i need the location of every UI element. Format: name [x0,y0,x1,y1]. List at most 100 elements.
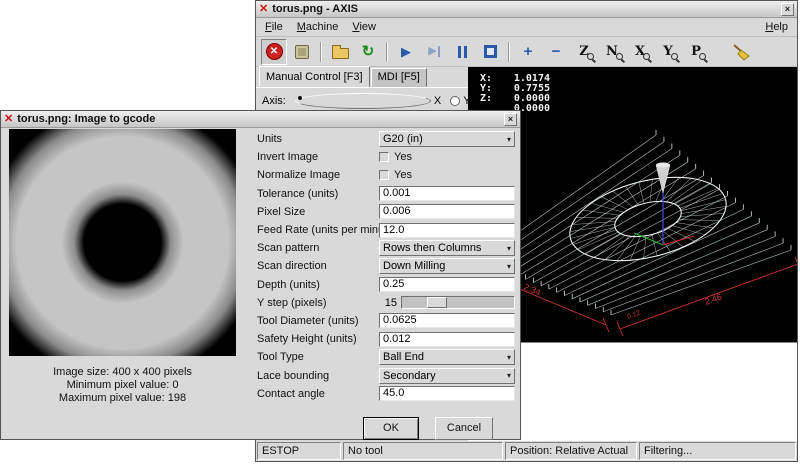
toolbar: ✕ ↻ ▶ ▶ + − Z N X Y P [256,37,797,67]
axis-y-radio[interactable] [450,96,460,106]
field-label: Feed Rate (units per minute) [257,224,379,236]
step-bar-icon [438,46,440,57]
toolbar-separator [320,42,322,62]
estop-icon: ✕ [266,43,283,60]
field-label: Invert Image [257,151,379,163]
field-label: Scan direction [257,260,379,272]
tool-type-select[interactable]: Ball End▾ [379,349,515,365]
close-button[interactable]: × [504,113,517,126]
y-step-slider[interactable] [401,296,515,309]
machine-power-icon [295,45,309,59]
contact-angle-input[interactable]: 45.0 [379,386,515,401]
estop-button[interactable]: ✕ [261,39,287,65]
chevron-down-icon: ▾ [507,244,511,253]
view-p-icon: P [691,45,701,58]
step-icon: ▶ [428,46,436,57]
normalize-image-checkbox[interactable] [379,170,389,180]
reload-button[interactable]: ↻ [355,39,381,65]
pause-button[interactable] [449,39,475,65]
status-tool: No tool [343,442,503,460]
slider-handle[interactable] [427,297,447,308]
toolbar-separator [508,42,510,62]
field-label: Lace bounding [257,370,379,382]
torus-image-preview [9,129,236,356]
field-label: Pixel Size [257,206,379,218]
menu-help[interactable]: Help [758,19,795,35]
clear-plot-button[interactable] [728,39,754,65]
axis-select-row: Axis: X Y Z [262,93,462,109]
zoom-in-button[interactable]: + [515,39,541,65]
view-z-button[interactable]: Z [571,39,597,65]
tab-manual-control[interactable]: Manual Control [F3] [259,66,370,87]
zoom-out-icon: − [552,44,561,59]
open-folder-icon [332,48,349,59]
field-label: Units [257,133,379,145]
step-button[interactable]: ▶ [421,39,447,65]
open-file-button[interactable] [327,39,353,65]
dialog-title: torus.png: Image to gcode [17,113,155,125]
zoom-in-icon: + [524,44,533,59]
axis-window-title: torus.png - AXIS [272,3,358,15]
statusbar: ESTOP No tool Position: Relative Actual … [256,441,797,461]
feed-rate-input[interactable]: 12.0 [379,223,515,238]
x-axis-line [663,236,694,245]
field-label: Safety Height (units) [257,333,379,345]
pixel-size-input[interactable]: 0.006 [379,204,515,219]
dro-readout: X:1.0174 Y:0.7755 Z:0.0000 0.0000 [480,74,550,114]
status-position: Position: Relative Actual [505,442,637,460]
pause-icon [458,46,467,58]
stop-button[interactable] [477,39,503,65]
dialog-titlebar[interactable]: ✕ torus.png: Image to gcode × [1,111,520,128]
menu-file[interactable]: File [258,19,290,35]
safety-height-input[interactable]: 0.012 [379,332,515,347]
axis-x-radio[interactable] [295,93,431,109]
field-label: Tool Type [257,351,379,363]
chevron-down-icon: ▾ [507,371,511,380]
field-label: Scan pattern [257,242,379,254]
field-label: Y step (pixels) [257,297,379,309]
field-label: Tool Diameter (units) [257,315,379,327]
field-label: Normalize Image [257,169,379,181]
field-label: Tolerance (units) [257,188,379,200]
checkbox-label: Yes [394,169,412,181]
toolbar-separator [386,42,388,62]
view-z-rotated-button[interactable]: N [599,39,625,65]
zoom-out-button[interactable]: − [543,39,569,65]
view-p-button[interactable]: P [683,39,709,65]
units-select[interactable]: G20 (in)▾ [379,131,515,147]
view-x-icon: X [635,45,645,58]
gcode-options-form: Units G20 (in)▾ Invert Image Yes Normali… [257,130,515,403]
tool-diameter-input[interactable]: 0.0625 [379,313,515,328]
chevron-down-icon: ▾ [507,262,511,271]
axis-logo-icon: ✕ [4,114,13,125]
image-to-gcode-dialog: ✕ torus.png: Image to gcode × Image size… [0,110,521,440]
scan-direction-select[interactable]: Down Milling▾ [379,258,515,274]
view-y-icon: Y [663,45,672,58]
invert-image-checkbox[interactable] [379,152,389,162]
status-estop: ESTOP [257,442,341,460]
axis-logo-icon: ✕ [259,4,268,15]
scan-pattern-select[interactable]: Rows then Columns▾ [379,240,515,256]
cancel-button[interactable]: Cancel [435,417,493,440]
menu-machine[interactable]: Machine [290,19,346,35]
view-y-button[interactable]: Y [655,39,681,65]
depth-input[interactable]: 0.25 [379,277,515,292]
run-icon: ▶ [401,45,411,58]
axis-x-label: X [434,95,441,107]
run-button[interactable]: ▶ [393,39,419,65]
tolerance-input[interactable]: 0.001 [379,186,515,201]
image-caption: Image size: 400 x 400 pixels Minimum pix… [9,366,236,405]
ok-button[interactable]: OK [363,417,419,440]
view-x-button[interactable]: X [627,39,653,65]
tool-cone [656,165,670,193]
checkbox-label: Yes [394,151,412,163]
broom-icon [731,43,751,61]
status-filtering: Filtering... [639,442,796,460]
lace-bounding-select[interactable]: Secondary▾ [379,368,515,384]
close-button[interactable]: × [781,3,794,16]
stop-icon [484,45,497,58]
menu-view[interactable]: View [345,19,383,35]
tab-mdi[interactable]: MDI [F5] [371,68,427,87]
machine-power-button[interactable] [289,39,315,65]
axis-titlebar[interactable]: ✕ torus.png - AXIS × [256,1,797,18]
